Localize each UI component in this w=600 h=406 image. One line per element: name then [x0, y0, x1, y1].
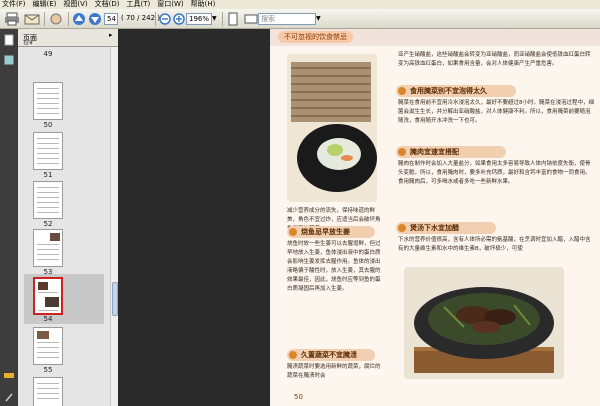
section-heading-text: 煲汤下水宜加醋 — [410, 224, 459, 232]
section-heading: 食用腌菜别不宜泡得太久 — [396, 85, 516, 97]
fit-page-button[interactable] — [226, 12, 242, 26]
menu-item[interactable]: 视图(V) — [63, 0, 87, 9]
page-thumbnail[interactable] — [33, 229, 63, 267]
section-text: 腌菜在食用前不宜用冷水浸泡太久，最好不要超过8小时。腌菜在浸泡过程中，细菌会滋生… — [398, 100, 594, 124]
search-input[interactable]: 搜索 — [258, 13, 316, 25]
print-button[interactable] — [4, 12, 20, 26]
section-text: 烧鱼时放一些生姜可以去腥增鲜，但过早地放入生姜，鱼体浸出液中的蛋白质会影响生姜发… — [287, 241, 381, 292]
section-heading-text: 腌肉宜速宜搭配 — [410, 148, 459, 156]
bullet-icon — [398, 148, 406, 156]
pages-panel-header: 页面 ▸ ⚙▾ — [18, 29, 118, 47]
bullet-icon — [289, 228, 297, 236]
section-text: 腌渍蔬菜时要选用新鲜的蔬菜，腐烂的蔬菜在腌渍时会 — [287, 364, 381, 379]
bullet-icon — [289, 351, 297, 359]
thumbnail-label: 52 — [43, 220, 53, 228]
fit-width-icon — [244, 14, 258, 24]
minus-circle-icon — [159, 13, 171, 25]
thumbnail-label: 50 — [43, 121, 53, 129]
section-heading: 烧鱼忌早放生姜 — [287, 226, 375, 238]
page-number: 50 — [294, 393, 303, 401]
attachments-tab[interactable] — [3, 369, 15, 383]
toolbar: 54 ( 70 / 242 ) 196% ▼ 搜索 ▼ — [0, 9, 600, 29]
page-thumbnails: 49 50 51 52 53 54 55 — [18, 47, 110, 406]
zoom-level-input[interactable]: 196% — [186, 13, 212, 25]
arrow-down-icon — [89, 13, 101, 25]
section-heading-text: 烧鱼忌早放生姜 — [301, 228, 350, 236]
document-page: 不可忽视的饮食禁忌 亚产生硝酸盐，这些硝酸盐会转变为亚硝酸盐，而亚硝酸盐会使低铁… — [270, 29, 600, 406]
page-thumbnail[interactable] — [33, 327, 63, 365]
thumbnail-label: 54 — [43, 315, 53, 323]
section-heading-text: 久置蔬菜不宜腌渍 — [301, 351, 357, 359]
section-heading-text: 食用腌菜别不宜泡得太久 — [410, 87, 487, 95]
hand-tool-button[interactable] — [48, 12, 64, 26]
menu-item[interactable]: 文档(D) — [95, 0, 120, 9]
zoom-dropdown-icon[interactable]: ▼ — [212, 15, 217, 29]
layers-icon — [4, 55, 14, 65]
search-dropdown-icon[interactable]: ▼ — [316, 15, 321, 29]
arrow-up-icon — [73, 13, 85, 25]
section-text: 下水的营养价值很高，含有人体所必需的氨基酸，在烹调时宜加入醋，入醋中含有的大量维… — [398, 237, 591, 252]
paragraph-top: 亚产生硝酸盐，这些硝酸盐会转变为亚硝酸盐，而亚硝酸盐会使低铁血红蛋白转变为高铁血… — [398, 52, 591, 67]
page-thumbnail-selected[interactable] — [33, 277, 63, 315]
next-page-button[interactable] — [88, 12, 104, 26]
page-thumbnail[interactable] — [33, 132, 63, 170]
paperclip-icon — [5, 393, 13, 402]
panel-menu-button[interactable]: ▸ — [109, 31, 113, 39]
email-button[interactable] — [24, 12, 40, 26]
section-heading: 久置蔬菜不宜腌渍 — [287, 349, 375, 361]
page-thumbnail[interactable] — [33, 377, 63, 406]
page-thumbnail[interactable] — [33, 82, 63, 120]
printer-icon — [5, 12, 19, 26]
page-thumbnail[interactable] — [33, 181, 63, 219]
pages-tab[interactable] — [3, 34, 15, 48]
plus-circle-icon — [173, 13, 185, 25]
food-photo-salad — [287, 54, 377, 202]
navigation-tab-strip — [0, 29, 18, 406]
thumbnail-label: 49 — [43, 50, 53, 58]
section-heading: 煲汤下水宜加醋 — [396, 222, 496, 234]
menu-item[interactable]: 帮助(H) — [191, 0, 216, 9]
salad-image — [287, 54, 377, 202]
meat-image — [404, 267, 564, 379]
fit-page-icon — [228, 12, 238, 26]
section-heading: 腌肉宜速宜搭配 — [396, 146, 506, 158]
paperclip-tab[interactable] — [3, 391, 15, 405]
food-photo-meat — [404, 267, 564, 379]
menu-item[interactable]: 文件(F) — [2, 0, 26, 9]
mail-icon — [24, 14, 40, 25]
attachment-icon — [4, 373, 14, 378]
previous-page-button[interactable] — [72, 12, 88, 26]
thumbnail-label: 55 — [43, 366, 53, 374]
menu-bar: 文件(F) 编辑(E) 视图(V) 文档(D) 工具(T) 窗口(W) 帮助(H) — [0, 0, 600, 9]
page-header-title: 不可忽视的饮食禁忌 — [278, 31, 353, 43]
menu-item[interactable]: 编辑(E) — [33, 0, 57, 9]
section-text: 腌肉在制作时会加入大量盐分，如果食用太多容易导致人体内钠依度失衡，使骨头变脆，所… — [398, 161, 591, 185]
menu-item[interactable]: 工具(T) — [127, 0, 151, 9]
panel-options-icon[interactable]: ⚙▾ — [23, 39, 33, 47]
bookmarks-tab[interactable] — [3, 54, 15, 68]
thumbnail-label: 51 — [43, 171, 53, 179]
pages-icon — [4, 34, 14, 46]
page-number-input[interactable]: 54 — [104, 13, 118, 25]
menu-item[interactable]: 窗口(W) — [157, 0, 183, 9]
bullet-icon — [398, 224, 406, 232]
bullet-icon — [398, 87, 406, 95]
hand-icon — [50, 13, 62, 25]
thumbnails-scrollbar[interactable] — [110, 47, 118, 406]
